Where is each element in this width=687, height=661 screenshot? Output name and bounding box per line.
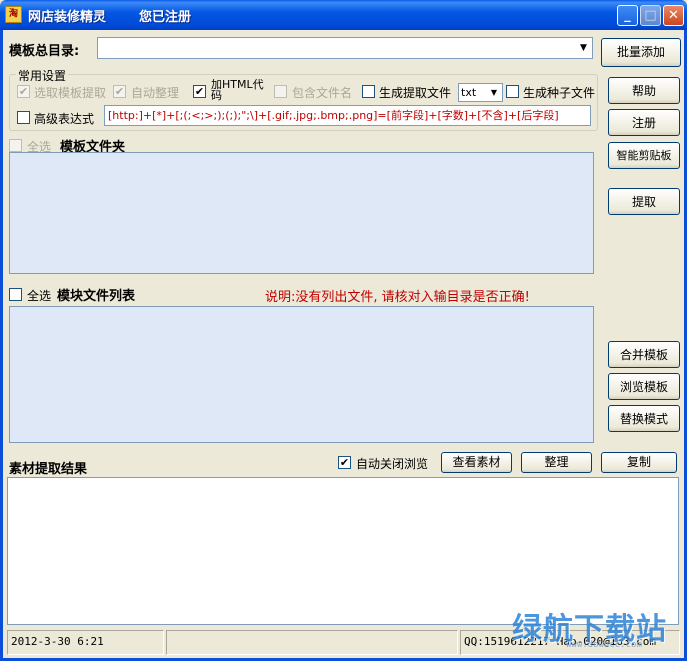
watermark-url: www.downcc.com: [566, 640, 642, 650]
generate-extract-file-checkbox[interactable]: [362, 85, 375, 98]
advanced-expression-checkbox[interactable]: [17, 111, 30, 124]
template-dir-dropdown-arrow[interactable]: ▼: [575, 39, 592, 57]
module-select-all-label: 全选: [27, 289, 52, 303]
module-list-note: 说明:没有列出文件, 请核对入输目录是否正确!: [265, 290, 530, 305]
auto-organize-label: 自动整理: [131, 86, 180, 100]
registration-status: 您已注册: [139, 10, 192, 25]
chevron-down-icon: ▼: [490, 88, 498, 97]
auto-close-browse-checkbox[interactable]: ✔: [338, 456, 351, 469]
include-filename-checkbox[interactable]: [274, 85, 287, 98]
module-file-list[interactable]: [9, 306, 594, 443]
template-folder-list[interactable]: [9, 152, 594, 274]
add-html-code-label: 加HTML代码: [211, 79, 264, 102]
include-filename-label: 包含文件名: [292, 86, 353, 100]
replace-mode-button[interactable]: 替换模式: [608, 405, 680, 432]
extract-button[interactable]: 提取: [608, 188, 680, 215]
browse-template-button[interactable]: 浏览模板: [608, 373, 680, 400]
minimize-icon: _: [624, 8, 631, 23]
status-middle: [166, 630, 458, 655]
expression-input[interactable]: [http:]+[*]+[;(;<;>;);(;);";\]+[.gif;.jp…: [104, 105, 591, 126]
template-dir-label: 模板总目录:: [9, 44, 80, 59]
maximize-icon: □: [644, 8, 657, 23]
copy-button[interactable]: 复制: [601, 452, 677, 473]
template-folder-select-all-checkbox[interactable]: [9, 139, 22, 152]
merge-template-button[interactable]: 合并模板: [608, 341, 680, 368]
minimize-button[interactable]: _: [617, 5, 638, 26]
app-icon: 淘: [5, 6, 22, 23]
batch-add-button[interactable]: 批量添加: [601, 38, 681, 67]
window-frame-left: [0, 30, 3, 661]
result-title: 素材提取结果: [9, 462, 88, 477]
module-select-all-checkbox[interactable]: [9, 288, 22, 301]
auto-organize-checkbox[interactable]: ✔: [113, 85, 126, 98]
smart-clipboard-button[interactable]: 智能剪贴板: [608, 142, 680, 169]
help-button[interactable]: 帮助: [608, 77, 680, 104]
status-datetime: 2012-3-30 6:21: [7, 630, 164, 655]
window-title: 网店装修精灵: [28, 10, 107, 25]
module-list-title: 模块文件列表: [57, 289, 136, 304]
auto-close-browse-label: 自动关闭浏览: [356, 457, 429, 471]
close-icon: ✕: [668, 8, 679, 23]
advanced-expression-label: 高级表达式: [34, 112, 95, 126]
view-material-button[interactable]: 查看素材: [441, 452, 512, 473]
select-template-extract-checkbox[interactable]: ✔: [17, 85, 30, 98]
template-dir-combo[interactable]: [97, 37, 593, 59]
add-html-code-checkbox[interactable]: ✔: [193, 85, 206, 98]
generate-seed-file-checkbox[interactable]: [506, 85, 519, 98]
maximize-button[interactable]: □: [640, 5, 661, 26]
select-template-extract-label: 选取模板提取: [34, 86, 107, 100]
file-type-dropdown-arrow[interactable]: ▼: [487, 85, 501, 100]
result-textarea[interactable]: [7, 477, 679, 625]
chevron-down-icon: ▼: [580, 43, 587, 53]
register-button[interactable]: 注册: [608, 109, 680, 136]
generate-extract-file-label: 生成提取文件: [379, 86, 452, 100]
organize-button[interactable]: 整理: [521, 452, 592, 473]
generate-seed-file-label: 生成种子文件: [523, 86, 596, 100]
close-button[interactable]: ✕: [663, 5, 684, 26]
common-settings-legend: 常用设置: [16, 67, 69, 84]
file-type-value: txt: [461, 86, 477, 99]
